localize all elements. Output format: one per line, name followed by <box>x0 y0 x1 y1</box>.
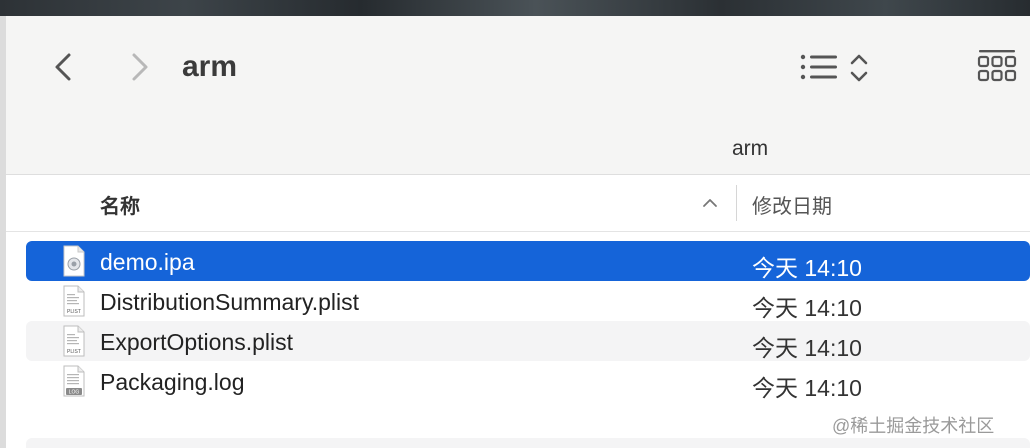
list-bottom-row <box>26 438 1030 448</box>
finder-toolbar: arm arm <box>6 16 1030 175</box>
file-row-demo-ipa[interactable]: demo.ipa 今天 14:10 <box>26 241 1030 281</box>
file-date: 今天 14:10 <box>752 255 862 281</box>
file-name: ExportOptions.plist <box>100 329 294 355</box>
plist-file-icon: PLIST <box>63 285 85 317</box>
svg-text:PLIST: PLIST <box>67 309 81 315</box>
file-date: 今天 14:10 <box>752 335 862 361</box>
column-divider[interactable] <box>736 185 737 221</box>
log-file-icon: LOG <box>63 365 85 397</box>
chevron-updown-icon[interactable] <box>847 52 871 84</box>
ipa-file-icon <box>63 245 85 277</box>
svg-text:PLIST: PLIST <box>67 349 81 355</box>
file-row-distributionsummary-plist[interactable]: PLIST DistributionSummary.plist 今天 14:10 <box>26 281 1030 321</box>
file-row-packaging-log[interactable]: LOG Packaging.log 今天 14:10 <box>26 361 1030 401</box>
svg-text:LOG: LOG <box>69 390 80 396</box>
file-date: 今天 14:10 <box>752 295 862 321</box>
desktop-wallpaper <box>0 0 1030 16</box>
file-date: 今天 14:10 <box>752 375 862 401</box>
chevron-right-icon[interactable] <box>123 52 153 82</box>
file-name: demo.ipa <box>100 249 195 275</box>
file-name: Packaging.log <box>100 369 245 395</box>
grid-view-icon[interactable] <box>977 48 1017 84</box>
chevron-left-icon[interactable] <box>50 52 80 82</box>
list-view-icon[interactable] <box>799 52 839 82</box>
file-row-exportoptions-plist[interactable]: PLIST ExportOptions.plist 今天 14:10 <box>26 321 1030 361</box>
column-date-header[interactable]: 修改日期 <box>752 190 832 219</box>
window-title: arm <box>182 50 238 83</box>
column-header: 名称 修改日期 <box>6 175 1030 232</box>
plist-file-icon: PLIST <box>63 325 85 357</box>
chevron-up-icon[interactable] <box>702 195 718 211</box>
path-label: arm <box>732 137 769 160</box>
watermark: @稀土掘金技术社区 <box>832 416 995 436</box>
column-name-header[interactable]: 名称 <box>100 190 140 219</box>
file-name: DistributionSummary.plist <box>100 289 360 315</box>
